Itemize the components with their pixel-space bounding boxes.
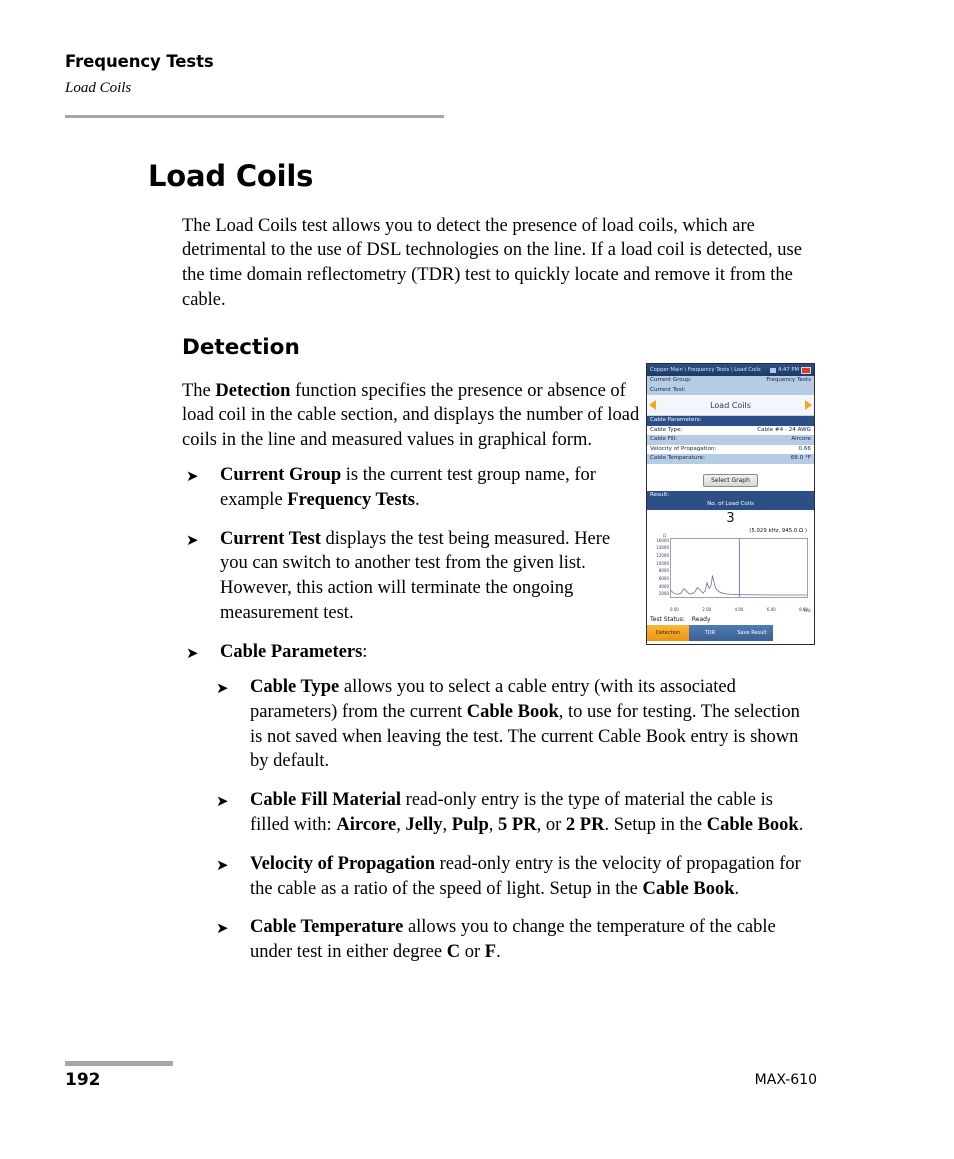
x-tick: 4.00: [734, 606, 744, 612]
y-tick: 6000: [658, 576, 669, 582]
param-value: 0.66: [798, 445, 811, 452]
table-row: Velocity of Propagation: 0.66: [647, 444, 814, 454]
test-status-value: Ready: [691, 615, 711, 623]
bullet-arrow-icon: ➤: [216, 679, 229, 697]
result-title: No. of Load Coils: [647, 500, 814, 510]
running-head-section: Load Coils: [65, 80, 132, 96]
list-item: ➤ Cable Type allows you to select a cabl…: [212, 675, 815, 774]
param-label: Velocity of Propagation:: [650, 445, 717, 452]
current-test-selector[interactable]: Load Coils: [647, 395, 814, 416]
x-axis-unit-label: kHz: [803, 607, 811, 613]
list-item-text: Current Group is the current test group …: [220, 465, 596, 510]
x-tick: 6.00: [766, 606, 776, 612]
result-body: 3 (5.029 kHz, 945.0 Ω ) Ω 16000 14000 12…: [647, 509, 814, 613]
intro-paragraph: The Load Coils test allows you to detect…: [182, 215, 802, 310]
y-tick: 14000: [656, 545, 669, 551]
model-label: MAX-610: [754, 1072, 817, 1088]
breadcrumb: Copper Main \ Frequency Tests \ Load Coi…: [650, 367, 761, 373]
bullet-arrow-icon: ➤: [216, 919, 229, 938]
chart-svg: [671, 538, 807, 597]
softkey-detection[interactable]: Detection: [647, 624, 689, 641]
select-graph-area: Select Graph: [647, 463, 814, 491]
device-screenshot: Copper Main \ Frequency Tests \ Load Coi…: [646, 363, 815, 645]
list-item-text: Cable Type allows you to select a cable …: [250, 677, 800, 772]
bullet-list-level1: ➤ Current Group is the current test grou…: [182, 463, 642, 665]
y-tick: 16000: [656, 537, 669, 543]
list-item-text: Current Test displays the test being mea…: [220, 528, 611, 623]
footer-divider: [65, 1061, 173, 1066]
detection-heading: Detection: [182, 334, 300, 360]
titlebar-status-area: 4:47 PM: [770, 364, 811, 376]
list-item: ➤ Cable Fill Material read-only entry is…: [212, 788, 815, 838]
param-label: Cable Temperature:: [650, 455, 705, 461]
cable-parameters-table: Cable Type: Cable #4 - 24 AWG Cable Fill…: [647, 425, 814, 464]
list-item-text: Cable Parameters:: [220, 641, 368, 662]
impedance-chart[interactable]: Ω 16000 14000 12000 10000 8000 6000 4000…: [650, 532, 811, 613]
cable-parameters-header: Cable Parameters:: [647, 416, 814, 426]
y-tick: 8000: [658, 568, 669, 574]
bullet-arrow-icon: ➤: [186, 643, 199, 662]
chevron-left-icon[interactable]: [649, 400, 656, 410]
load-coil-count: 3: [726, 510, 735, 526]
chart-plot-area[interactable]: [670, 537, 808, 598]
y-axis-tick-labels: 16000 14000 12000 10000 8000 6000 4000 2…: [650, 537, 669, 597]
clock-label: 4:47 PM: [778, 367, 799, 373]
current-group-row: Current Group: Frequency Tests: [647, 376, 814, 386]
param-value: 68.0 °F: [790, 455, 811, 461]
current-group-label: Current Group:: [650, 377, 692, 383]
battery-icon: [801, 366, 811, 374]
test-status-row: Test Status: Ready: [647, 612, 814, 625]
chevron-right-icon[interactable]: [805, 400, 812, 410]
bullet-arrow-icon: ➤: [186, 530, 199, 549]
table-row: Cable Fill: Aircore: [647, 435, 814, 445]
page-number: 192: [65, 1070, 101, 1090]
list-item: ➤ Current Test displays the test being m…: [182, 527, 642, 626]
softkey-bar: Detection TDR Save Result: [647, 624, 814, 641]
list-item: ➤ Cable Parameters:: [182, 640, 642, 665]
list-item: ➤ Cable Temperature allows you to change…: [212, 915, 815, 965]
list-item: ➤ Velocity of Propagation read-only entr…: [212, 852, 815, 902]
x-tick: 2.00: [702, 606, 712, 612]
bullet-list-level2: ➤ Cable Type allows you to select a cabl…: [212, 675, 815, 965]
softkey-save-result[interactable]: Save Result: [731, 624, 773, 641]
test-status-label: Test Status:: [650, 615, 685, 623]
bullet-arrow-icon: ➤: [216, 792, 229, 811]
bullet-arrow-icon: ➤: [186, 467, 199, 485]
param-label: Cable Type:: [650, 426, 683, 433]
running-head: Frequency Tests Load Coils: [65, 52, 445, 97]
current-group-value: Frequency Tests: [766, 377, 811, 383]
result-header: Result:: [647, 490, 814, 500]
param-label: Cable Fill:: [650, 436, 678, 442]
list-item-text: Cable Fill Material read-only entry is t…: [250, 790, 804, 835]
list-item-text: Velocity of Propagation read-only entry …: [250, 853, 801, 899]
network-icon: [770, 367, 777, 373]
current-test-value: Load Coils: [710, 400, 751, 410]
x-tick: 0.00: [670, 606, 679, 612]
device-titlebar: Copper Main \ Frequency Tests \ Load Coi…: [647, 364, 814, 376]
y-tick: 2000: [658, 591, 669, 597]
table-row[interactable]: Cable Temperature: 68.0 °F: [647, 454, 814, 464]
header-divider: [65, 115, 444, 118]
detection-paragraph: The Detection function specifies the pre…: [182, 380, 640, 451]
y-axis-unit-label: Ω: [663, 532, 667, 538]
x-axis-tick-labels: 0.00 2.00 4.00 6.00 8.00: [670, 607, 808, 612]
table-row[interactable]: Cable Type: Cable #4 - 24 AWG: [647, 425, 814, 435]
page-title: Load Coils: [148, 159, 314, 194]
list-item: ➤ Current Group is the current test grou…: [182, 463, 642, 513]
softkey-tdr[interactable]: TDR: [689, 624, 731, 641]
param-value: Cable #4 - 24 AWG: [757, 426, 811, 433]
current-test-row: Current Test:: [647, 385, 814, 395]
running-head-chapter: Frequency Tests: [65, 52, 214, 71]
marker-readout: (5.029 kHz, 945.0 Ω ): [749, 527, 807, 534]
bullet-arrow-icon: ➤: [216, 855, 229, 874]
y-tick: 12000: [656, 552, 669, 558]
select-graph-button[interactable]: Select Graph: [703, 473, 758, 487]
y-tick: 10000: [656, 560, 669, 566]
list-item-text: Cable Temperature allows you to change t…: [250, 917, 776, 963]
param-value: Aircore: [791, 436, 811, 442]
current-test-label: Current Test:: [650, 386, 686, 393]
y-tick: 4000: [658, 583, 669, 589]
